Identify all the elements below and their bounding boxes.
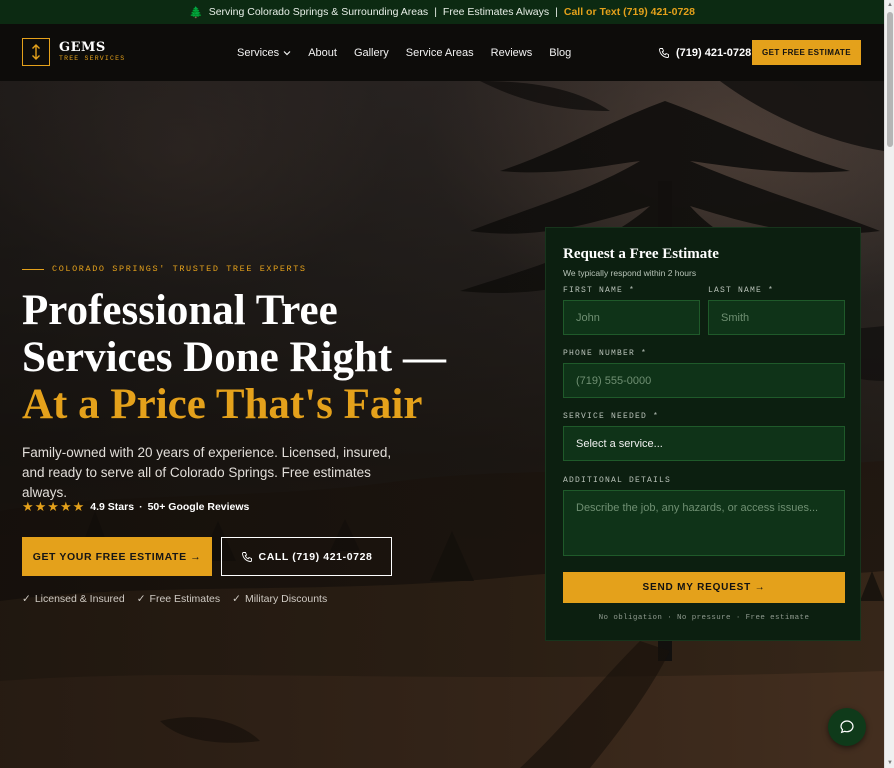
service-needed-label: SERVICE NEEDED * — [563, 412, 660, 421]
logo-subtitle: TREE SERVICES — [59, 55, 126, 63]
chevron-down-icon — [283, 50, 291, 55]
trust-item: ✓ Military Discounts — [232, 593, 328, 605]
get-your-free-estimate-button[interactable]: GET YOUR FREE ESTIMATE → — [22, 537, 212, 576]
nav-item-services[interactable]: Services — [237, 47, 291, 59]
announcement-bar: 🌲 Serving Colorado Springs & Surrounding… — [0, 0, 884, 24]
form-title: Request a Free Estimate — [563, 246, 719, 262]
nav-item-reviews[interactable]: Reviews — [491, 47, 533, 59]
header-phone-link[interactable]: (719) 421-0728 — [658, 24, 751, 81]
service-area-text: Serving Colorado Springs & Surrounding A… — [208, 6, 429, 18]
phone-icon — [659, 47, 669, 58]
review-count: 50+ Google Reviews — [147, 501, 250, 513]
page-scrollbar[interactable]: ▲ ▼ — [884, 0, 894, 768]
trust-item: ✓ Free Estimates — [136, 593, 221, 605]
check-icon: ✓ — [22, 593, 31, 605]
check-icon: ✓ — [232, 593, 241, 605]
scroll-down-arrow-icon[interactable]: ▼ — [885, 758, 894, 768]
separator: | — [555, 6, 558, 18]
check-icon: ✓ — [136, 593, 146, 605]
form-subtitle: We typically respond within 2 hours — [563, 268, 697, 278]
hero-subcopy: Family-owned with 20 years of experience… — [22, 445, 392, 500]
hero-headline: Professional Tree Services Done Right — … — [22, 287, 492, 428]
service-select[interactable]: Select a service... — [563, 426, 845, 461]
main-nav: Services About Gallery Service Areas Rev… — [237, 24, 571, 81]
phone-icon — [241, 551, 252, 562]
rating-value: 4.9 Stars — [90, 501, 135, 513]
rating-separator: · — [139, 501, 143, 513]
star-rating-icon: ★★★★★ — [22, 499, 86, 514]
first-name-input[interactable]: John — [563, 300, 700, 335]
logo-name: GEMS — [59, 40, 106, 56]
call-button-label: CALL (719) 421-0728 — [258, 550, 373, 563]
scroll-up-arrow-icon[interactable]: ▲ — [885, 0, 894, 10]
eyebrow-text: COLORADO SPRINGS' TRUSTED TREE EXPERTS — [52, 264, 307, 274]
call-button[interactable]: CALL (719) 421-0728 — [221, 537, 392, 576]
estimate-form-card: Request a Free Estimate We typically res… — [545, 227, 861, 641]
free-estimates-text: Free Estimates Always — [442, 6, 550, 18]
hero-eyebrow: COLORADO SPRINGS' TRUSTED TREE EXPERTS — [22, 264, 307, 274]
get-free-estimate-button[interactable]: GET FREE ESTIMATE — [752, 40, 861, 65]
separator: | — [434, 6, 437, 18]
additional-details-textarea[interactable]: Describe the job, any hazards, or access… — [563, 490, 845, 556]
nav-item-about[interactable]: About — [308, 47, 337, 59]
tree-icon: 🌲 — [189, 6, 203, 19]
hero-section: COLORADO SPRINGS' TRUSTED TREE EXPERTS P… — [0, 81, 884, 768]
headline-accent: At a Price That's Fair — [22, 381, 423, 428]
first-name-label: FIRST NAME * — [563, 286, 636, 295]
eyebrow-line — [22, 268, 44, 270]
trust-badges: ✓ Licensed & Insured ✓ Free Estimates ✓ Mil… — [22, 593, 327, 605]
logo[interactable]: GEMS TREE SERVICES — [22, 38, 125, 66]
last-name-label: LAST NAME * — [708, 286, 775, 295]
form-fine-print: No obligation · No pressure · Free estim… — [598, 614, 810, 622]
header-phone-number: (719) 421-0728 — [676, 46, 752, 59]
nav-item-gallery[interactable]: Gallery — [354, 47, 389, 59]
chat-bubble-icon — [840, 720, 854, 734]
call-or-text-link[interactable]: Call or Text (719) 421-0728 — [564, 6, 695, 18]
phone-number-label: PHONE NUMBER * — [563, 349, 648, 358]
trust-item: ✓ Licensed & Insured — [22, 593, 125, 605]
nav-item-blog[interactable]: Blog — [549, 47, 571, 59]
last-name-input[interactable]: Smith — [708, 300, 845, 335]
phone-number-input[interactable]: (719) 555-0000 — [563, 363, 845, 398]
scrollbar-thumb[interactable] — [887, 12, 893, 147]
chat-button[interactable] — [828, 708, 866, 746]
additional-details-label: ADDITIONAL DETAILS — [563, 476, 672, 485]
site-header: GEMS TREE SERVICES Services About Galler… — [0, 24, 884, 81]
headline-line-2: Services Done Right — — [22, 334, 446, 381]
headline-line-1: Professional Tree — [22, 287, 338, 334]
send-my-request-button[interactable]: SEND MY REQUEST → — [563, 572, 845, 603]
logo-mark-icon — [22, 38, 50, 66]
rating-summary: ★★★★★ 4.9 Stars · 50+ Google Reviews — [22, 499, 249, 515]
nav-item-service-areas[interactable]: Service Areas — [406, 47, 474, 59]
